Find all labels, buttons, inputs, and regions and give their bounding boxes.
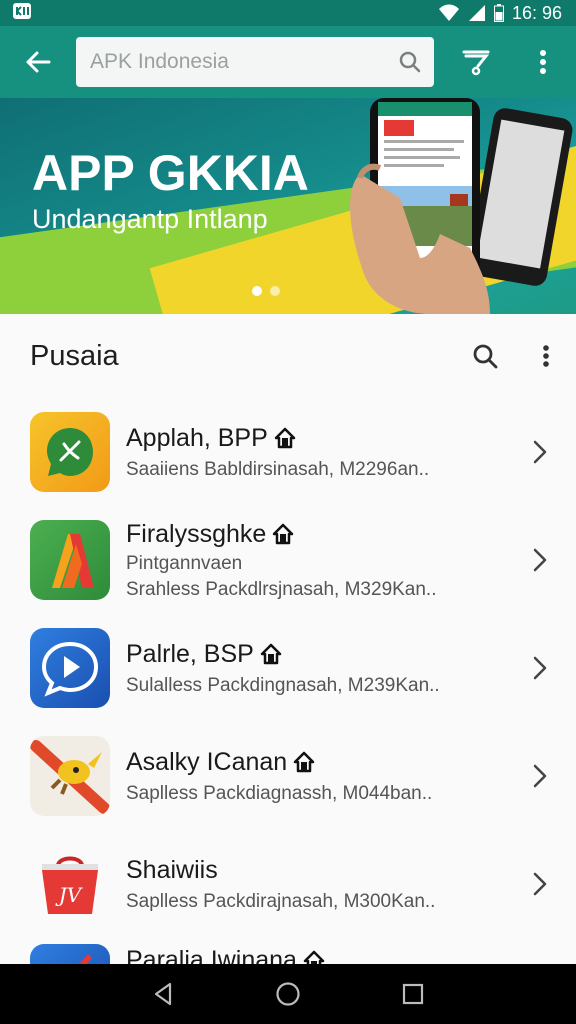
more-vert-icon: [540, 50, 546, 74]
app-list-item[interactable]: Palrle, BSP Sulalless Packdingnasah, M23…: [0, 614, 576, 722]
play-bubble-icon: [30, 628, 110, 708]
chevron-right-icon: [533, 440, 547, 464]
app-list-item[interactable]: Firalyssghke Pintgannvaen Srahless Packd…: [0, 506, 576, 614]
signal-icon: [468, 4, 486, 22]
chevron-right-icon: [533, 764, 547, 788]
arrow-back-icon: [26, 51, 51, 73]
app-meta: Sulalless Packdingnasah, M239Kan..: [126, 674, 440, 696]
app-meta: Srahless Packdlrsjnasah, M329Kan..: [126, 578, 437, 600]
app-info: Firalyssghke Pintgannvaen Srahless Packd…: [126, 520, 506, 601]
app-list-item[interactable]: Paralia Iwinana: [0, 938, 576, 964]
chevron-right-icon: [533, 656, 547, 680]
search-icon[interactable]: [398, 50, 422, 74]
section-search-button[interactable]: [454, 314, 516, 398]
carousel-dot[interactable]: [288, 286, 298, 296]
notification-icon: [12, 2, 32, 25]
carousel-indicator[interactable]: [252, 286, 298, 296]
app-list-item[interactable]: JV Shaiwiis Saplless Packdirajnasah, M30…: [0, 830, 576, 938]
app-name: Firalyssghke: [126, 519, 267, 548]
banner-subtitle: Undangantp Intlanp: [32, 204, 268, 234]
back-button[interactable]: [0, 26, 76, 98]
app-info: Shaiwiis Saplless Packdirajnasah, M300Ka…: [126, 856, 506, 913]
pencil-bird-icon: [30, 736, 110, 816]
app-subtitle: Pintgannvaen: [126, 552, 243, 574]
app-meta: Saplless Packdiagnassh, M044ban..: [126, 782, 433, 804]
chevron-right-icon: [533, 872, 547, 896]
chevron-right-icon: [533, 548, 547, 572]
battery-icon: [493, 4, 504, 22]
section-header: Pusaia: [0, 314, 576, 398]
app-list-item[interactable]: Applah, BPP Saaiiens Babldirsinasah, M22…: [0, 398, 576, 506]
house-badge-icon: [293, 751, 315, 773]
svg-text:JV: JV: [55, 883, 84, 907]
app-name: Palrle, BSP: [126, 639, 254, 668]
system-nav-bar: [0, 964, 576, 1024]
nav-back-button[interactable]: [133, 964, 193, 1024]
wifi-icon: [438, 4, 460, 22]
blue-app-icon: [30, 944, 110, 964]
overflow-menu-button[interactable]: [510, 26, 576, 98]
search-icon: [473, 344, 498, 369]
app-name: Paralia Iwinana: [126, 946, 297, 964]
promo-banner[interactable]: APP GKKIA Undangantp Intlanp: [0, 98, 576, 314]
cast-icon: [462, 50, 490, 76]
app-name: Shaiwiis: [126, 855, 218, 884]
app-info: Asalky ICanan Saplless Packdiagnassh, M0…: [126, 748, 506, 805]
status-time: 16: 96: [511, 2, 562, 23]
carousel-dot[interactable]: [270, 286, 280, 296]
house-badge-icon: [274, 427, 296, 449]
square-recents-icon: [403, 983, 424, 1005]
banner-title: APP GKKIA: [32, 145, 309, 201]
triangle-back-icon: [154, 982, 171, 1006]
circle-home-icon: [276, 982, 300, 1006]
app-info: Paralia Iwinana: [126, 946, 506, 964]
app-name: Asalky ICanan: [126, 747, 288, 776]
more-vert-icon: [543, 345, 549, 367]
house-badge-icon: [303, 950, 325, 964]
nav-home-button[interactable]: [258, 964, 318, 1024]
phone-illustration: [350, 98, 573, 314]
app-name: Applah, BPP: [126, 423, 268, 452]
section-title: Pusaia: [30, 339, 119, 372]
cast-button[interactable]: [442, 26, 510, 98]
house-badge-icon: [273, 523, 294, 545]
app-list: Applah, BPP Saaiiens Babldirsinasah, M22…: [0, 398, 576, 964]
search-input[interactable]: [90, 50, 398, 74]
whatsapp-style-icon: [30, 412, 110, 492]
section-more-button[interactable]: [516, 314, 576, 398]
status-bar: 16: 96: [0, 0, 576, 26]
app-info: Applah, BPP Saaiiens Babldirsinasah, M22…: [126, 424, 506, 481]
carousel-dot[interactable]: [252, 286, 262, 296]
app-meta: Saplless Packdirajnasah, M300Kan..: [126, 890, 436, 912]
app-info: Palrle, BSP Sulalless Packdingnasah, M23…: [126, 640, 506, 697]
a-triangle-icon: [30, 520, 110, 600]
house-badge-icon: [260, 643, 282, 665]
shopping-bag-icon: JV: [30, 844, 110, 924]
app-bar: [0, 26, 576, 98]
app-meta: Saaiiens Babldirsinasah, M2296an..: [126, 458, 430, 480]
app-list-item[interactable]: Asalky ICanan Saplless Packdiagnassh, M0…: [0, 722, 576, 830]
nav-recents-button[interactable]: [383, 964, 443, 1024]
search-box[interactable]: [76, 37, 434, 87]
